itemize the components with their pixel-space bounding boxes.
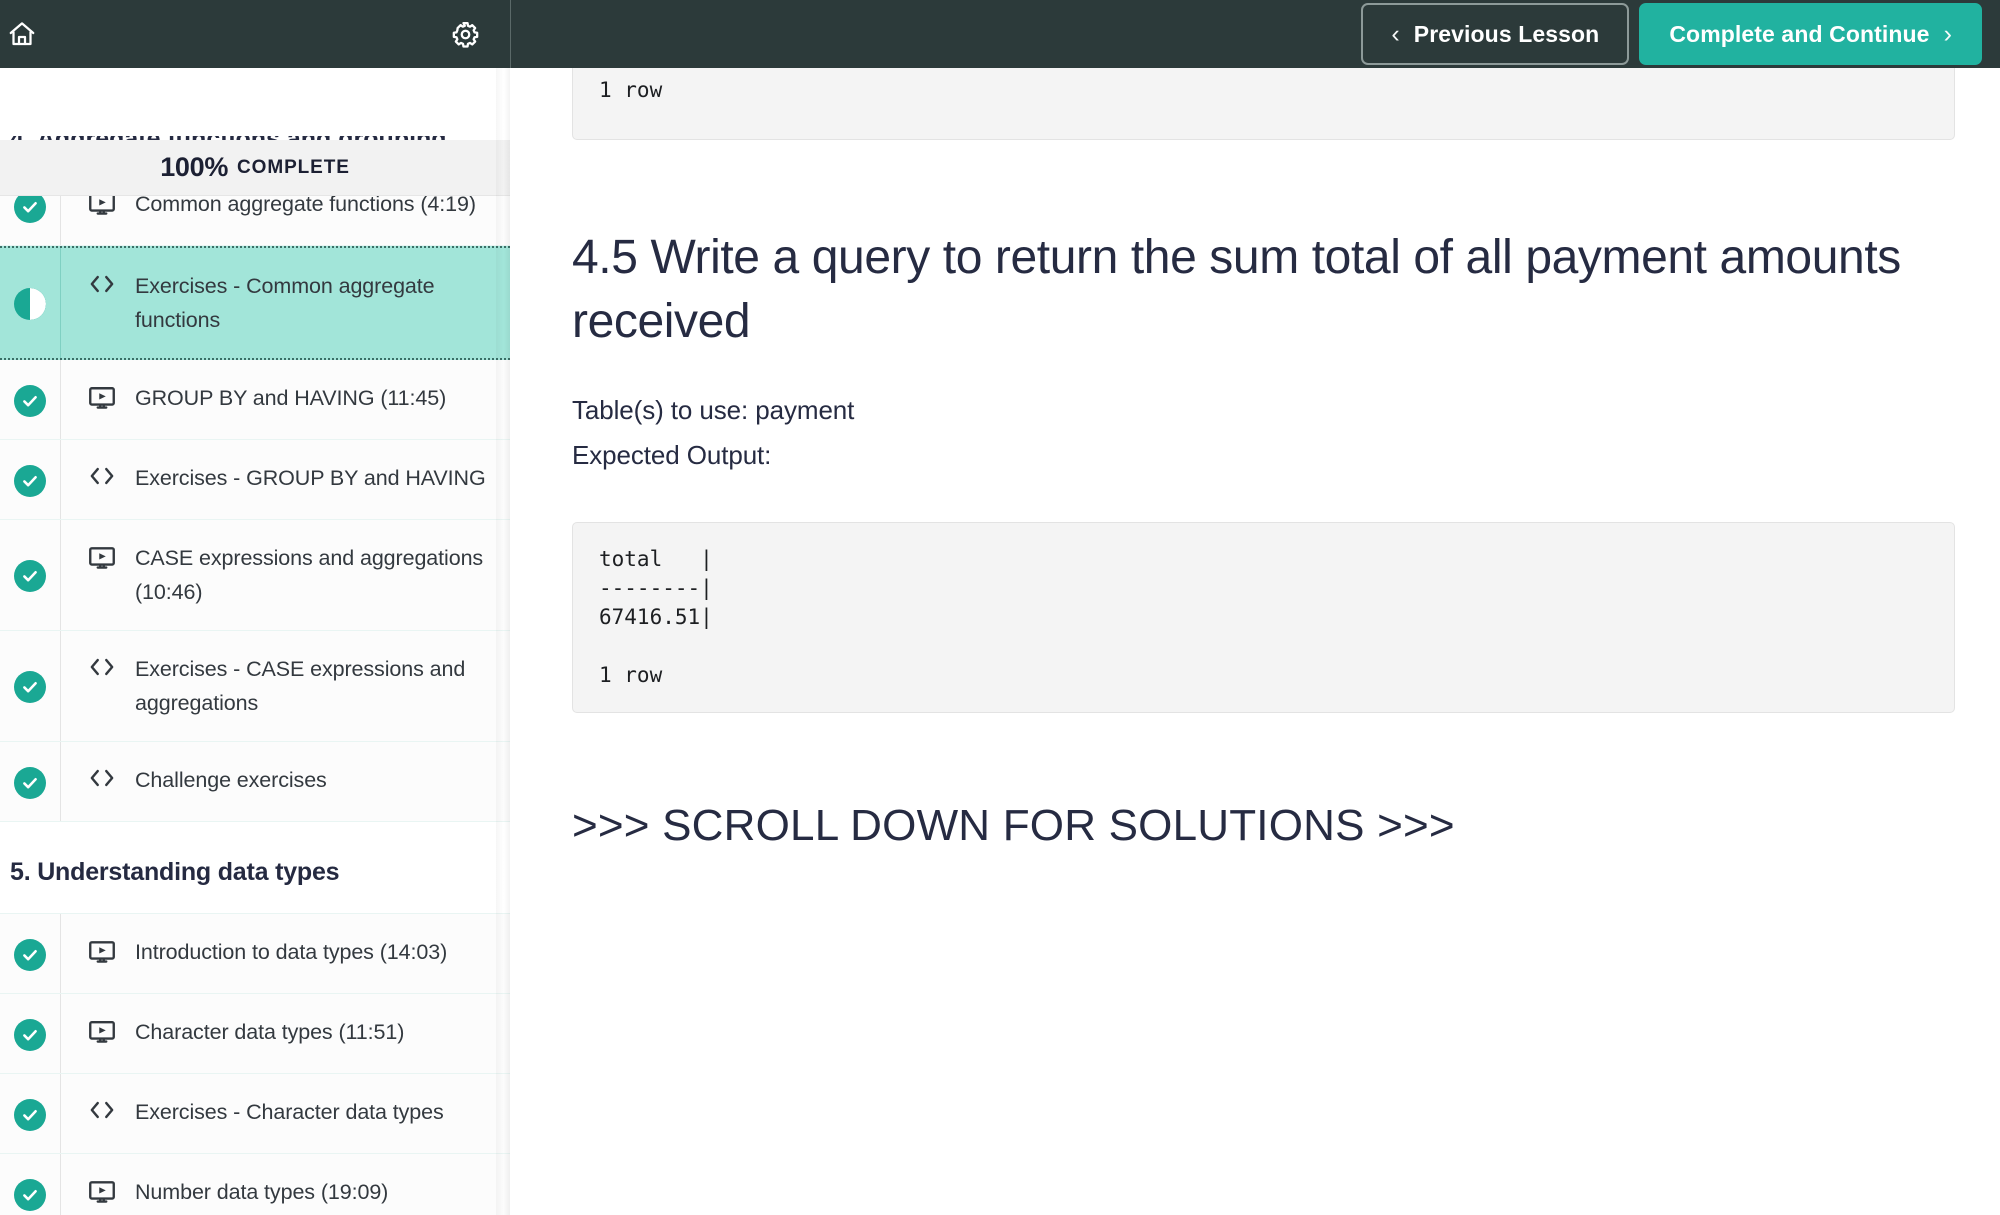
progress-percent: 100% — [160, 152, 229, 182]
check-circle-icon — [14, 1098, 46, 1131]
check-circle-icon — [14, 1178, 46, 1211]
lesson-navigation: ‹ Previous Lesson Complete and Continue … — [1361, 3, 1982, 65]
previous-lesson-button[interactable]: ‹ Previous Lesson — [1361, 3, 1630, 65]
lesson-title: Exercises - Character data types — [135, 1100, 444, 1124]
check-circle-icon — [14, 560, 46, 592]
lesson-body: GROUP BY and HAVING (11:45) — [60, 360, 510, 439]
sidebar-lesson-item[interactable]: Introduction to data types (14:03) — [0, 914, 510, 994]
video-icon — [87, 1015, 117, 1052]
sidebar-lesson-item[interactable]: CASE expressions and aggregations (10:46… — [0, 520, 510, 631]
sidebar-lesson-item[interactable]: Exercises - Character data types — [0, 1074, 510, 1154]
home-icon — [7, 19, 37, 49]
lesson-title: Introduction to data types (14:03) — [135, 940, 448, 964]
complete-and-continue-label: Complete and Continue — [1669, 20, 1930, 47]
sidebar-lesson-item[interactable]: Exercises - GROUP BY and HAVING — [0, 440, 510, 520]
code-icon — [87, 763, 117, 796]
sidebar-lesson-item[interactable]: GROUP BY and HAVING (11:45) — [0, 360, 510, 440]
previous-lesson-label: Previous Lesson — [1413, 20, 1600, 47]
lesson-title: Exercises - CASE expressions and aggrega… — [135, 657, 466, 715]
sidebar-section-header: 5. Understanding data types — [0, 822, 510, 914]
expected-output-code-block: total | --------| 67416.51| 1 row — [572, 522, 1955, 713]
lesson-body: Exercises - Character data types — [60, 1074, 510, 1153]
sidebar-lesson-item[interactable]: Character data types (11:51) — [0, 994, 510, 1074]
topbar-divider — [510, 0, 511, 68]
lesson-title: CASE expressions and aggregations (10:46… — [135, 546, 484, 604]
check-circle-icon — [14, 671, 46, 703]
lesson-status-cell — [0, 742, 60, 821]
code-icon — [87, 461, 117, 494]
lesson-status-cell — [0, 994, 60, 1073]
video-icon — [87, 1175, 117, 1212]
video-icon — [87, 541, 117, 578]
page-title: 4.5 Write a query to return the sum tota… — [572, 231, 1901, 348]
complete-and-continue-button[interactable]: Complete and Continue › — [1639, 3, 1982, 65]
lesson-title: Exercises - GROUP BY and HAVING — [135, 466, 486, 490]
chevron-right-icon: › — [1943, 19, 1952, 48]
top-bar: ‹ Previous Lesson Complete and Continue … — [0, 0, 2000, 68]
lesson-body: Character data types (11:51) — [60, 994, 510, 1073]
scroll-for-solutions-notice: >>> SCROLL DOWN FOR SOLUTIONS >>> — [572, 801, 1455, 850]
sidebar-lesson-item[interactable]: Exercises - CASE expressions and aggrega… — [0, 631, 510, 742]
lesson-status-cell — [0, 1074, 60, 1153]
course-sidebar[interactable]: 4. Aggregate functions and grouping 100%… — [0, 68, 510, 1215]
sidebar-lesson-item[interactable]: Number data types (19:09) — [0, 1154, 510, 1215]
lesson-status-cell — [0, 1154, 60, 1215]
progress-indicator: 100% COMPLETE — [0, 140, 510, 196]
check-circle-icon — [14, 464, 46, 497]
lesson-status-cell — [0, 440, 60, 519]
previous-output-code-block: 1 row — [572, 68, 1955, 140]
expected-output-label: Expected Output: — [572, 440, 772, 470]
lesson-status-cell — [0, 360, 60, 439]
lesson-list[interactable]: Common aggregate functions (4:19) Exercis… — [0, 166, 510, 1215]
video-icon — [87, 381, 117, 418]
lesson-content: 1 row 4.5 Write a query to return the su… — [510, 68, 2000, 1215]
lesson-body: CASE expressions and aggregations (10:46… — [60, 520, 510, 630]
lesson-status-cell — [0, 914, 60, 993]
lesson-title: Number data types (19:09) — [135, 1180, 389, 1204]
gear-icon — [451, 20, 480, 49]
lesson-title: GROUP BY and HAVING (11:45) — [135, 386, 447, 410]
lesson-body: Exercises - CASE expressions and aggrega… — [60, 631, 510, 741]
lesson-body: Number data types (19:09) — [60, 1154, 510, 1215]
lesson-title: Exercises - Common aggregate functions — [135, 274, 435, 332]
check-circle-icon — [14, 938, 46, 971]
check-circle-icon — [14, 766, 46, 799]
lesson-title: Character data types (11:51) — [135, 1020, 405, 1044]
lesson-status-cell — [0, 520, 60, 630]
lesson-body: Exercises - Common aggregate functions — [60, 248, 510, 358]
lesson-status-cell — [0, 631, 60, 741]
lesson-body: Exercises - GROUP BY and HAVING — [60, 440, 510, 519]
code-icon — [87, 1095, 117, 1128]
code-icon — [87, 269, 117, 302]
lesson-status-cell — [0, 248, 60, 358]
check-circle-icon — [14, 384, 46, 417]
tables-to-use-text: Table(s) to use: payment — [572, 395, 855, 425]
sidebar-lesson-item[interactable]: Exercises - Common aggregate functions — [0, 246, 510, 360]
check-circle-icon — [14, 1018, 46, 1051]
lesson-page: ‹ Previous Lesson Complete and Continue … — [0, 0, 2000, 1215]
code-icon — [87, 652, 117, 685]
sidebar-lesson-item[interactable]: Challenge exercises — [0, 742, 510, 822]
progress-label: COMPLETE — [237, 156, 350, 178]
lesson-title: Challenge exercises — [135, 768, 327, 792]
video-icon — [87, 935, 117, 972]
settings-button[interactable] — [443, 12, 487, 56]
half-circle-progress-icon — [14, 288, 46, 320]
chevron-left-icon: ‹ — [1391, 19, 1400, 48]
home-button[interactable] — [0, 12, 44, 56]
lesson-body: Challenge exercises — [60, 742, 510, 821]
lesson-body: Introduction to data types (14:03) — [60, 914, 510, 993]
